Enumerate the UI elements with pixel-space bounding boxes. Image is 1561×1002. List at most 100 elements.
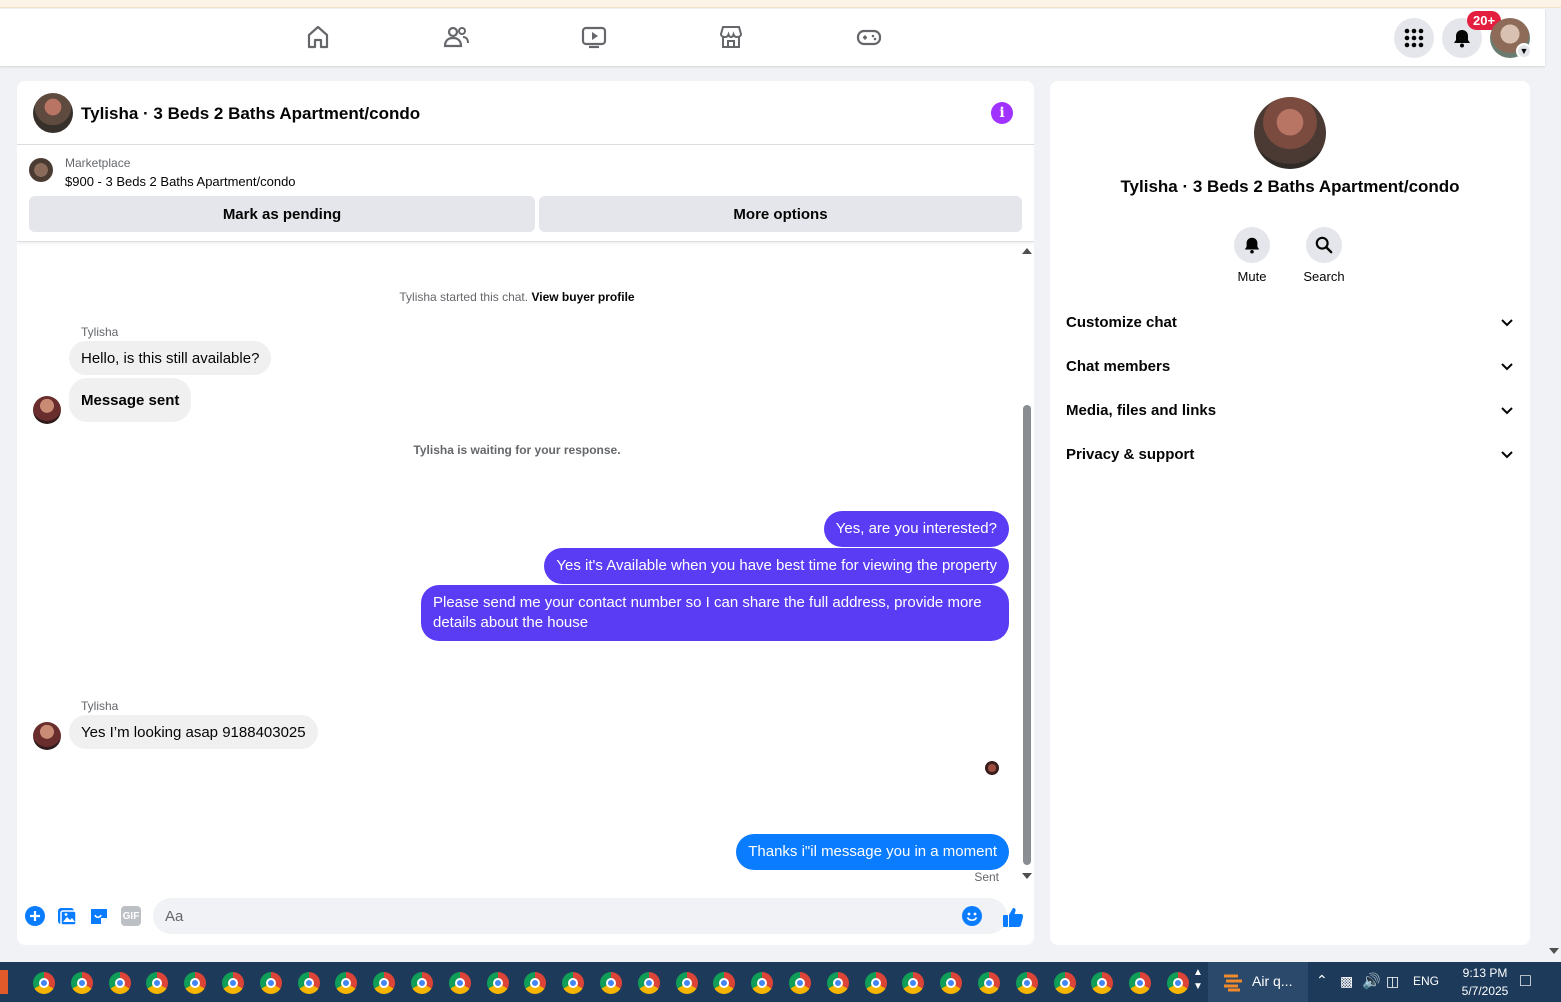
weather-text: Air q... xyxy=(1252,973,1293,989)
chrome-taskbar-icon[interactable] xyxy=(70,972,93,994)
chrome-taskbar-icon[interactable] xyxy=(864,972,887,994)
clock-date[interactable]: 5/7/2025 xyxy=(1450,984,1520,998)
notification-center-icon[interactable]: □ xyxy=(1520,970,1531,991)
chat-started-text: Tylisha started this chat. xyxy=(399,290,529,304)
chrome-taskbar-icon[interactable] xyxy=(297,972,320,994)
taskbar-pinned-apps xyxy=(30,962,1190,1002)
account-chevron-down-icon[interactable]: ▼ xyxy=(1516,43,1532,59)
more-options-button[interactable]: More options xyxy=(539,196,1022,232)
customize-chat-row[interactable]: Customize chat xyxy=(1066,304,1514,340)
chrome-taskbar-icon[interactable] xyxy=(1129,972,1152,994)
chrome-taskbar-icon[interactable] xyxy=(335,972,358,994)
chat-avatar[interactable] xyxy=(33,93,73,133)
chrome-taskbar-icon[interactable] xyxy=(1053,972,1076,994)
section-label: Customize chat xyxy=(1066,313,1177,331)
outgoing-message[interactable]: Please send me your contact number so I … xyxy=(421,585,1009,641)
taskbar-scroll-arrows-icon[interactable]: ▲ ▼ xyxy=(1193,966,1203,994)
chrome-taskbar-icon[interactable] xyxy=(108,972,131,994)
message-input[interactable]: Aa xyxy=(153,898,1007,934)
chrome-taskbar-icon[interactable] xyxy=(184,972,207,994)
gaming-icon[interactable] xyxy=(855,23,883,51)
windows-taskbar: ▲ ▼ Air q... ⌃ ▩ 🔊 ◫ ENG 9:13 PM 5/7/2025… xyxy=(0,962,1561,1002)
volume-icon[interactable]: 🔊 xyxy=(1362,972,1381,990)
search-button[interactable]: Search xyxy=(1294,227,1354,284)
scroll-down-arrow-icon[interactable] xyxy=(1022,873,1032,879)
details-avatar[interactable] xyxy=(1254,97,1326,169)
message-scrollbar[interactable] xyxy=(1020,243,1032,888)
seen-indicator-avatar xyxy=(985,761,999,775)
mark-as-pending-button[interactable]: Mark as pending xyxy=(29,196,535,232)
listing-thumbnail[interactable] xyxy=(29,158,53,182)
chrome-taskbar-icon[interactable] xyxy=(259,972,282,994)
browser-top-strip xyxy=(0,0,1561,8)
chrome-taskbar-icon[interactable] xyxy=(978,972,1000,994)
chrome-taskbar-icon[interactable] xyxy=(902,972,925,994)
attach-image-icon[interactable] xyxy=(57,906,77,926)
chrome-taskbar-icon[interactable] xyxy=(486,972,509,994)
show-hidden-icons-chevron-icon[interactable]: ⌃ xyxy=(1316,972,1328,989)
chevron-down-icon xyxy=(1501,451,1513,459)
chrome-taskbar-icon[interactable] xyxy=(448,972,471,994)
chrome-taskbar-icon[interactable] xyxy=(562,972,585,994)
taskbar-app-icon[interactable] xyxy=(0,970,8,994)
chrome-taskbar-icon[interactable] xyxy=(411,972,433,994)
incoming-message[interactable]: Yes I’m looking asap 9188403025 xyxy=(69,715,318,749)
friends-icon[interactable] xyxy=(442,23,470,51)
chat-title[interactable]: Tylisha · 3 Beds 2 Baths Apartment/condo xyxy=(81,104,420,124)
language-indicator[interactable]: ENG xyxy=(1413,974,1439,988)
media-files-links-row[interactable]: Media, files and links xyxy=(1066,392,1514,428)
chrome-taskbar-icon[interactable] xyxy=(675,972,698,994)
chrome-taskbar-icon[interactable] xyxy=(1167,972,1189,994)
gif-icon[interactable]: GIF xyxy=(121,906,141,926)
chevron-down-icon xyxy=(1501,407,1513,415)
chrome-taskbar-icon[interactable] xyxy=(637,972,660,994)
meet-now-icon[interactable]: ▩ xyxy=(1340,973,1353,990)
chrome-taskbar-icon[interactable] xyxy=(1091,972,1114,994)
info-icon[interactable]: i xyxy=(991,102,1013,124)
menu-grid-icon[interactable] xyxy=(1394,18,1434,58)
mute-button[interactable]: Mute xyxy=(1222,227,1282,284)
chrome-taskbar-icon[interactable] xyxy=(789,972,811,994)
chrome-taskbar-icon[interactable] xyxy=(751,972,774,994)
outgoing-message[interactable]: Yes, are you interested? xyxy=(823,511,1009,547)
weather-widget[interactable]: Air q... xyxy=(1208,962,1308,1002)
chrome-taskbar-icon[interactable] xyxy=(222,972,244,994)
listing-title[interactable]: $900 - 3 Beds 2 Baths Apartment/condo xyxy=(65,174,296,189)
sender-avatar[interactable] xyxy=(33,722,61,750)
chrome-taskbar-icon[interactable] xyxy=(940,972,963,994)
chrome-taskbar-icon[interactable] xyxy=(1015,972,1038,994)
home-icon[interactable] xyxy=(304,23,332,51)
scrollbar-thumb[interactable] xyxy=(1023,405,1031,865)
network-icon[interactable]: ◫ xyxy=(1386,973,1399,990)
chrome-taskbar-icon[interactable] xyxy=(600,972,622,994)
chevron-down-icon xyxy=(1501,319,1513,327)
search-label: Search xyxy=(1303,269,1345,284)
outgoing-message[interactable]: Yes it's Available when you have best ti… xyxy=(544,548,1009,584)
chrome-taskbar-icon[interactable] xyxy=(146,972,169,994)
like-thumbs-up-icon[interactable] xyxy=(1002,906,1024,928)
clock-time[interactable]: 9:13 PM xyxy=(1450,966,1520,980)
chrome-taskbar-icon[interactable] xyxy=(33,972,55,994)
outgoing-message[interactable]: Thanks i"il message you in a moment xyxy=(736,834,1009,870)
chrome-taskbar-icon[interactable] xyxy=(713,972,736,994)
message-list: Tylisha started this chat. View buyer pr… xyxy=(17,243,1034,888)
view-buyer-profile-link[interactable]: View buyer profile xyxy=(531,290,634,304)
privacy-support-row[interactable]: Privacy & support xyxy=(1066,436,1514,472)
chat-members-row[interactable]: Chat members xyxy=(1066,348,1514,384)
incoming-message[interactable]: Message sent xyxy=(69,378,192,422)
chrome-taskbar-icon[interactable] xyxy=(826,972,849,994)
mute-bell-icon[interactable] xyxy=(1234,227,1270,263)
emoji-icon[interactable] xyxy=(962,906,982,926)
marketplace-icon[interactable] xyxy=(717,23,745,51)
incoming-message[interactable]: Hello, is this still available? xyxy=(69,341,272,375)
page-scroll-down-arrow-icon[interactable] xyxy=(1549,948,1559,954)
video-icon[interactable] xyxy=(580,23,608,51)
sender-avatar[interactable] xyxy=(33,396,61,424)
chrome-taskbar-icon[interactable] xyxy=(524,972,547,994)
scroll-up-arrow-icon[interactable] xyxy=(1022,248,1032,254)
more-actions-plus-icon[interactable] xyxy=(25,906,45,926)
search-icon[interactable] xyxy=(1306,227,1342,263)
chrome-taskbar-icon[interactable] xyxy=(373,972,396,994)
air-quality-icon xyxy=(1224,974,1242,992)
sticker-icon[interactable] xyxy=(89,906,109,926)
